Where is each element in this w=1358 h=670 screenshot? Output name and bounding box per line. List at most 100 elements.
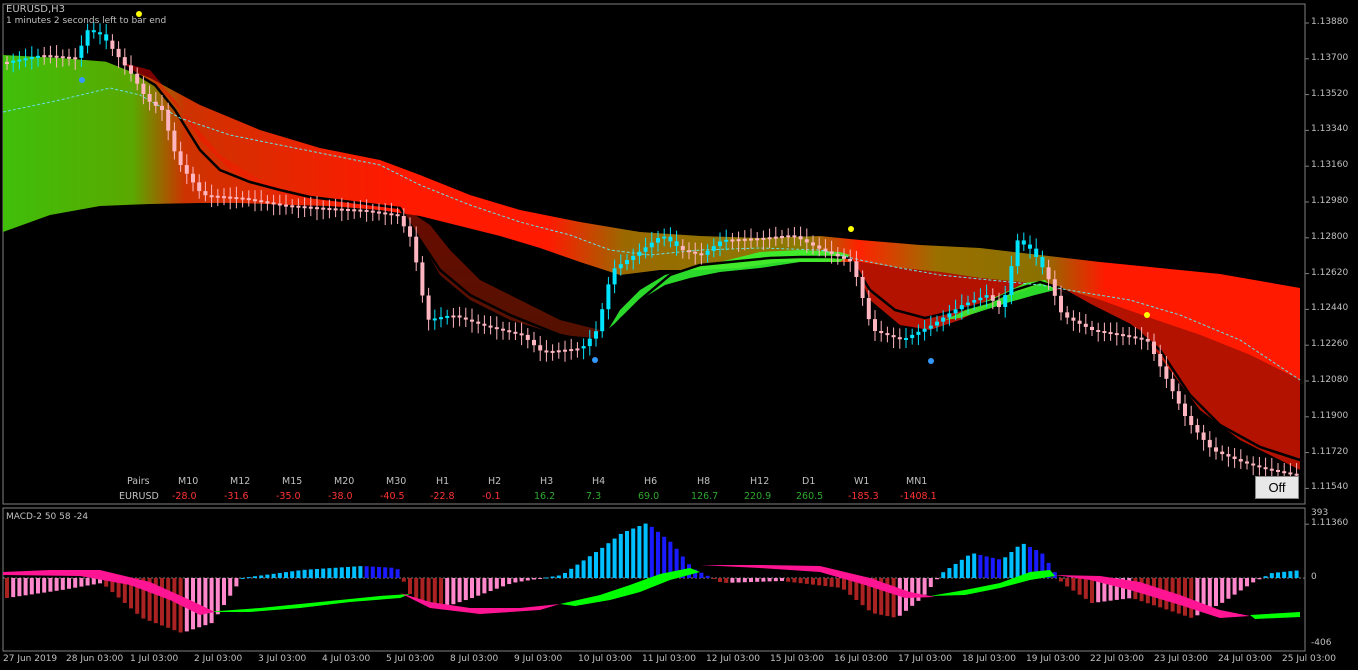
- macd-bar: [1294, 570, 1299, 578]
- off-button[interactable]: Off: [1255, 476, 1299, 499]
- candle-body: [525, 334, 530, 340]
- macd-bar: [928, 578, 933, 587]
- candle-body: [191, 173, 195, 183]
- candle-body: [445, 315, 450, 318]
- candle-body: [482, 323, 487, 326]
- macd-bar: [253, 576, 257, 578]
- candle-body: [222, 196, 226, 199]
- candle-body: [718, 241, 722, 247]
- macd-bar: [352, 566, 357, 578]
- macd-bar: [265, 574, 270, 578]
- candle-body: [1251, 463, 1256, 466]
- candle-body: [17, 59, 22, 62]
- candle-body: [60, 56, 65, 59]
- macd-bar: [271, 573, 276, 578]
- macd-signal-band-green-2: [560, 568, 700, 606]
- price-axis-label: 1.12980: [1311, 196, 1349, 206]
- macd-bar: [1238, 578, 1243, 591]
- macd-bar: [947, 568, 952, 578]
- macd-bar: [420, 578, 425, 602]
- macd-bar: [426, 578, 431, 604]
- candle-body: [352, 209, 357, 212]
- macd-bar: [23, 578, 28, 596]
- candle-body: [377, 211, 381, 214]
- macd-bar: [445, 578, 450, 607]
- candle-body: [761, 237, 766, 240]
- candle-body: [959, 305, 964, 310]
- macd-axis-top: 393: [1311, 508, 1329, 518]
- macd-bar: [1189, 578, 1194, 618]
- candle-body: [767, 237, 772, 240]
- macd-bar: [333, 567, 338, 578]
- macd-axis-zero: 0: [1311, 572, 1317, 582]
- candle-body: [1170, 378, 1175, 392]
- candle-body: [277, 203, 282, 206]
- candle-body: [1040, 257, 1045, 268]
- tf-value-m30: -40.5: [380, 491, 405, 502]
- time-axis-label: 8 Jul 03:00: [450, 654, 499, 664]
- candle-body: [730, 239, 735, 242]
- macd-bar: [246, 577, 251, 579]
- candle-body: [432, 318, 437, 321]
- macd-bar: [953, 563, 958, 578]
- macd-signal-band-pink: [3, 570, 215, 615]
- macd-bar: [209, 578, 214, 624]
- candle-body: [1195, 425, 1200, 433]
- candle-body: [1152, 341, 1156, 354]
- candle-body: [699, 253, 704, 256]
- macd-bar: [742, 578, 747, 583]
- candle-body: [680, 245, 685, 251]
- macd-bar: [296, 570, 301, 578]
- pairs-header: Pairs: [127, 476, 150, 487]
- macd-bar: [48, 578, 53, 592]
- candle-body: [891, 335, 896, 338]
- macd-bar: [656, 531, 660, 578]
- signal-dot-yellow: [1144, 312, 1150, 318]
- candle-body: [885, 333, 890, 336]
- candle-body: [67, 56, 71, 59]
- candle-body: [1071, 317, 1076, 321]
- macd-bar: [457, 578, 462, 603]
- time-axis-label: 11 Jul 03:00: [642, 654, 696, 664]
- candle-body: [271, 202, 276, 205]
- macd-bar: [649, 526, 654, 578]
- candle-body: [829, 251, 834, 254]
- candle-body: [308, 206, 313, 209]
- macd-bar: [17, 578, 22, 597]
- candle-body: [811, 242, 815, 246]
- candle-body: [773, 236, 778, 239]
- tf-header-m12: M12: [230, 476, 251, 487]
- macd-bar: [1226, 578, 1231, 599]
- candle-body: [296, 205, 301, 208]
- candle-body: [42, 55, 47, 58]
- candle-body: [401, 216, 406, 227]
- macd-bar: [767, 578, 772, 582]
- candle-body: [178, 151, 183, 166]
- tf-header-h3: H3: [540, 476, 554, 487]
- time-axis-label: 1 Jul 03:00: [130, 654, 179, 664]
- candle-body: [879, 331, 884, 334]
- macd-bar: [1015, 546, 1020, 578]
- candle-body: [1021, 240, 1026, 245]
- macd-bar: [42, 578, 47, 593]
- candle-body: [5, 62, 9, 64]
- macd-bar: [711, 578, 716, 579]
- candle-body: [104, 34, 109, 41]
- candle-body: [724, 239, 729, 242]
- macd-bar: [228, 578, 233, 596]
- candle-body: [501, 328, 505, 331]
- candle-body: [786, 235, 791, 238]
- candle-body: [36, 55, 40, 58]
- candle-body: [476, 321, 481, 324]
- candle-body: [928, 325, 933, 329]
- candle-body: [649, 242, 654, 248]
- candle-body: [1052, 279, 1057, 296]
- candle-body: [426, 295, 431, 320]
- candle-body: [172, 130, 177, 152]
- candle-body: [749, 238, 753, 241]
- candle-body: [1276, 469, 1280, 472]
- candle-body: [1127, 335, 1132, 338]
- candle-body: [147, 94, 152, 102]
- price-axis-label: 1.13700: [1311, 52, 1349, 63]
- candle-body: [594, 331, 598, 339]
